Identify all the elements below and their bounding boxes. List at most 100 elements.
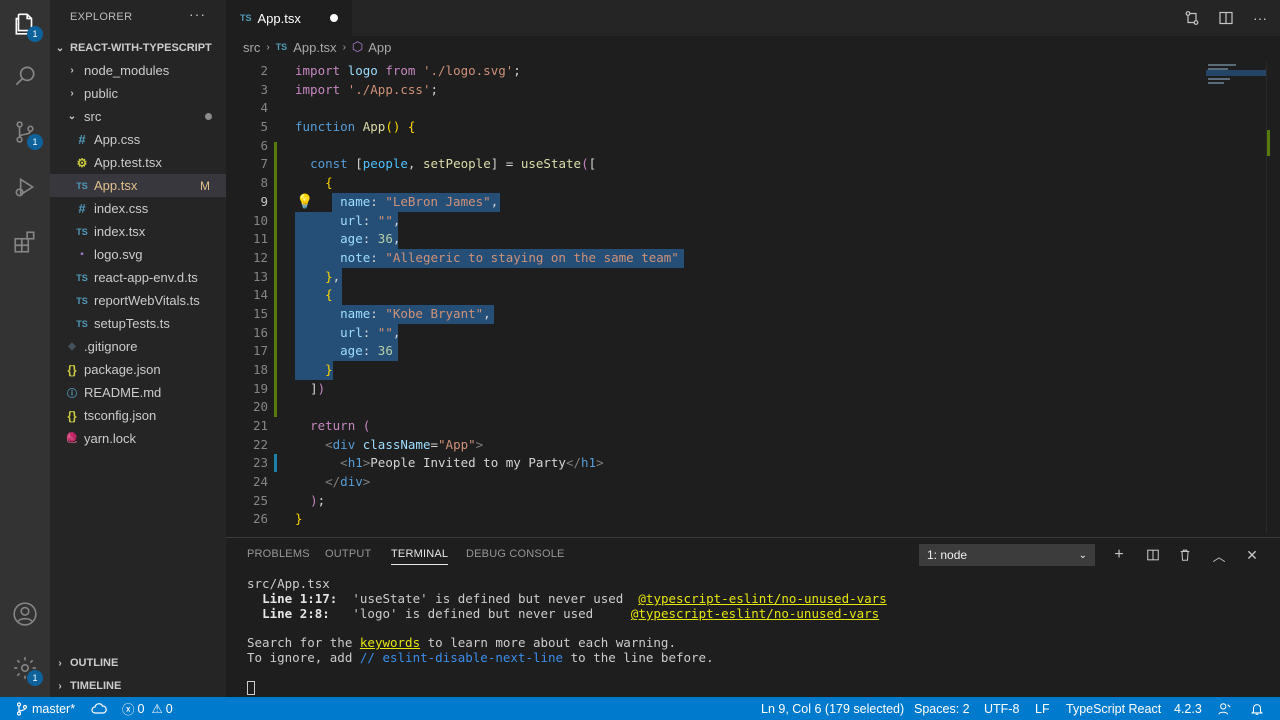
terminal-select[interactable]: 1: node ⌄: [919, 544, 1095, 566]
line-number: 12: [252, 250, 268, 265]
extensions-icon[interactable]: [9, 226, 41, 258]
problems-indicator[interactable]: ⓧ 0 ⚠ 0: [122, 697, 173, 720]
line-number: 2: [260, 63, 268, 78]
tree-item-react-app-env-d-ts[interactable]: TS react-app-env.d.ts: [50, 266, 226, 289]
line-number: 19: [252, 381, 268, 396]
cursor-position[interactable]: Ln 9, Col 6 (179 selected): [761, 697, 904, 720]
modified-dot-icon: [205, 113, 212, 120]
tree-item-label: App.tsx: [94, 178, 138, 193]
trash-icon[interactable]: [1174, 544, 1196, 566]
chevron-down-icon: ⌄: [1078, 549, 1087, 561]
tree-item-label: .gitignore: [84, 339, 138, 354]
run-debug-icon[interactable]: [9, 171, 41, 203]
breadcrumb-folder[interactable]: src: [243, 40, 260, 55]
tab-output[interactable]: OUTPUT: [325, 548, 371, 560]
tree-item-gitignore[interactable]: ◆ .gitignore: [50, 335, 226, 358]
breadcrumb-symbol[interactable]: App: [368, 40, 391, 55]
search-icon[interactable]: [9, 60, 41, 92]
feedback-icon[interactable]: [1218, 697, 1232, 720]
tree-item-logo-svg[interactable]: ▪ logo.svg: [50, 243, 226, 266]
split-terminal-icon[interactable]: [1142, 544, 1164, 566]
tree-item-label: react-app-env.d.ts: [94, 270, 198, 285]
yarn-file-icon: 🧶: [65, 433, 79, 444]
unsaved-dot-icon[interactable]: [330, 14, 338, 22]
branch-indicator[interactable]: master*: [16, 697, 75, 720]
tree-item-readme-md[interactable]: ⓘ README.md: [50, 381, 226, 404]
minimap[interactable]: [1206, 62, 1266, 92]
chevron-right-icon: ›: [70, 65, 74, 76]
timeline-section-header[interactable]: › TIMELINE: [50, 675, 226, 697]
line-number: 22: [252, 437, 268, 452]
settings-badge: 1: [27, 670, 43, 686]
line-number: 7: [260, 156, 268, 171]
tree-item-label: index.tsx: [94, 224, 146, 239]
editor-scrollbar[interactable]: [1266, 62, 1280, 534]
open-changes-icon[interactable]: [1182, 8, 1202, 28]
typescript-version[interactable]: 4.2.3: [1174, 697, 1202, 720]
account-icon[interactable]: [9, 598, 41, 630]
tab-app-tsx[interactable]: TS App.tsx: [226, 0, 352, 36]
tree-item-reportwebvitals-ts[interactable]: TS reportWebVitals.ts: [50, 289, 226, 312]
settings-gear-icon[interactable]: 1: [9, 652, 43, 686]
warning-icon: ⚠: [151, 702, 163, 716]
explorer-icon[interactable]: 1: [9, 8, 43, 42]
notifications-bell-icon[interactable]: [1250, 697, 1264, 720]
chevron-down-icon: ⌄: [67, 111, 77, 122]
maximize-panel-icon[interactable]: ︿: [1208, 544, 1230, 566]
tree-item-index-tsx[interactable]: TS index.tsx: [50, 220, 226, 243]
end-of-line[interactable]: LF: [1035, 697, 1050, 720]
language-mode[interactable]: TypeScript React: [1066, 697, 1161, 720]
new-terminal-icon[interactable]: +: [1108, 544, 1130, 566]
tree-item-app-css[interactable]: # App.css: [50, 128, 226, 151]
typescript-file-icon: TS: [275, 42, 288, 52]
tree-item-src[interactable]: ⌄ src: [50, 105, 226, 128]
modified-marker: M: [200, 178, 210, 193]
chevron-right-icon: ›: [266, 41, 270, 53]
tree-item-public[interactable]: › public: [50, 82, 226, 105]
line-number: 5: [260, 119, 268, 134]
tab-problems[interactable]: PROBLEMS: [247, 548, 310, 560]
close-panel-icon[interactable]: ✕: [1241, 544, 1263, 566]
tree-item-index-css[interactable]: # index.css: [50, 197, 226, 220]
outline-section-header[interactable]: › OUTLINE: [50, 652, 226, 674]
tree-item-app-test-tsx[interactable]: ⚙ App.test.tsx: [50, 151, 226, 174]
line-number: 9: [260, 194, 268, 209]
terminal-select-value: 1: node: [927, 548, 968, 562]
tree-item-label: package.json: [84, 362, 161, 377]
terminal-cursor[interactable]: [247, 679, 255, 695]
tab-terminal[interactable]: TERMINAL: [391, 548, 449, 565]
explorer-more-actions[interactable]: ···: [189, 6, 206, 22]
terminal-warning-2: Line 2:8: 'logo' is defined but never us…: [262, 606, 880, 621]
tree-item-yarn-lock[interactable]: 🧶 yarn.lock: [50, 427, 226, 450]
more-actions-icon[interactable]: ···: [1250, 8, 1270, 28]
tab-debug-console[interactable]: DEBUG CONSOLE: [466, 548, 565, 560]
project-section-header[interactable]: ⌄ REACT-WITH-TYPESCRIPT: [50, 37, 226, 59]
ts-file-icon: TS: [76, 180, 88, 191]
indentation[interactable]: Spaces: 2: [914, 697, 970, 720]
chevron-right-icon: ›: [342, 41, 346, 53]
tree-item-app-tsx[interactable]: TS App.tsx M: [50, 174, 226, 197]
line-number: 18: [252, 362, 268, 377]
chevron-right-icon: ›: [70, 88, 74, 99]
ts-file-icon: TS: [76, 226, 88, 237]
tree-item-node-modules[interactable]: › node_modules: [50, 59, 226, 82]
tree-item-label: App.test.tsx: [94, 155, 162, 170]
encoding[interactable]: UTF-8: [984, 697, 1019, 720]
tree-item-package-json[interactable]: {} package.json: [50, 358, 226, 381]
editor-tab-bar: TS App.tsx ···: [226, 0, 1280, 36]
tree-item-label: App.css: [94, 132, 141, 147]
branch-name: master*: [32, 701, 76, 716]
code-editor[interactable]: 2 import logo from './logo.svg'; 3 import …: [226, 62, 1266, 534]
sync-icon[interactable]: [91, 697, 107, 720]
tree-item-label: src: [84, 109, 102, 124]
breadcrumb-file[interactable]: App.tsx: [293, 40, 336, 55]
json-file-icon: {}: [67, 362, 77, 377]
line-number: 17: [252, 343, 268, 358]
explorer-badge: 1: [27, 26, 43, 42]
test-file-icon: ⚙: [76, 155, 88, 170]
timeline-label: TIMELINE: [70, 680, 122, 692]
tree-item-tsconfig-json[interactable]: {} tsconfig.json: [50, 404, 226, 427]
tree-item-setuptests-ts[interactable]: TS setupTests.ts: [50, 312, 226, 335]
split-editor-icon[interactable]: [1216, 8, 1236, 28]
source-control-icon[interactable]: 1: [9, 116, 43, 150]
